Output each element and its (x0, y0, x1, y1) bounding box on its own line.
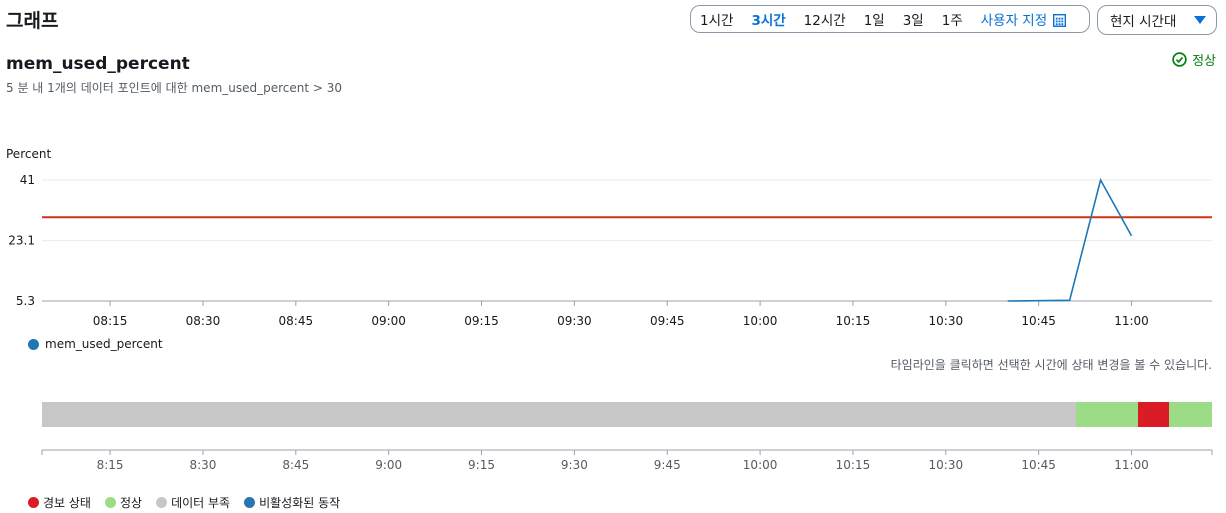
state-label: 비활성화된 동작 (259, 496, 341, 510)
state-swatch (28, 497, 39, 508)
state-swatch (244, 497, 256, 508)
timeline-segment-ok[interactable] (1168, 402, 1212, 427)
timeline-segment-insufficient[interactable] (42, 402, 1076, 427)
state-swatch (104, 497, 116, 508)
timeline-segment-alarm[interactable] (1137, 402, 1169, 427)
timeline-tick-label: 9:45 (654, 458, 681, 472)
timeline-tick-label: 9:30 (561, 458, 588, 472)
timeline-tick-label: 9:00 (375, 458, 402, 472)
timeline-tick-label: 11:00 (1114, 458, 1149, 472)
timeline-tick-label: 8:15 (97, 458, 124, 472)
timeline-tick-label: 10:45 (1021, 458, 1056, 472)
timeline-tick-label: 9:15 (468, 458, 495, 472)
timeline-segment-ok[interactable] (1075, 402, 1138, 427)
timeline-tick-label: 8:30 (189, 458, 216, 472)
state-legend-item-insufficient: 데이터 부족 (156, 494, 230, 511)
state-legend-item-ok: 정상 (104, 494, 143, 511)
state-swatch (156, 497, 168, 508)
timeline-tick-label: 10:15 (836, 458, 871, 472)
timeline-tick-label: 10:30 (929, 458, 964, 472)
state-label: 정상 (119, 496, 143, 510)
state-legend-item-disabled: 비활성화된 동작 (244, 494, 340, 511)
state-label: 경보 상태 (43, 496, 91, 510)
state-legend: 경보 상태 정상 데이터 부족 비활성화된 동작 (28, 494, 340, 511)
timeline-tick-label: 8:45 (282, 458, 309, 472)
timeline-tick-label: 10:00 (743, 458, 778, 472)
state-label: 데이터 부족 (171, 496, 231, 510)
state-timeline[interactable] (0, 0, 1226, 480)
timeline-axis: 8:15 8:30 8:45 9:00 9:15 9:30 9:45 10:00 10:15 10… (41, 449, 1213, 472)
state-legend-item-alarm: 경보 상태 (28, 494, 91, 511)
